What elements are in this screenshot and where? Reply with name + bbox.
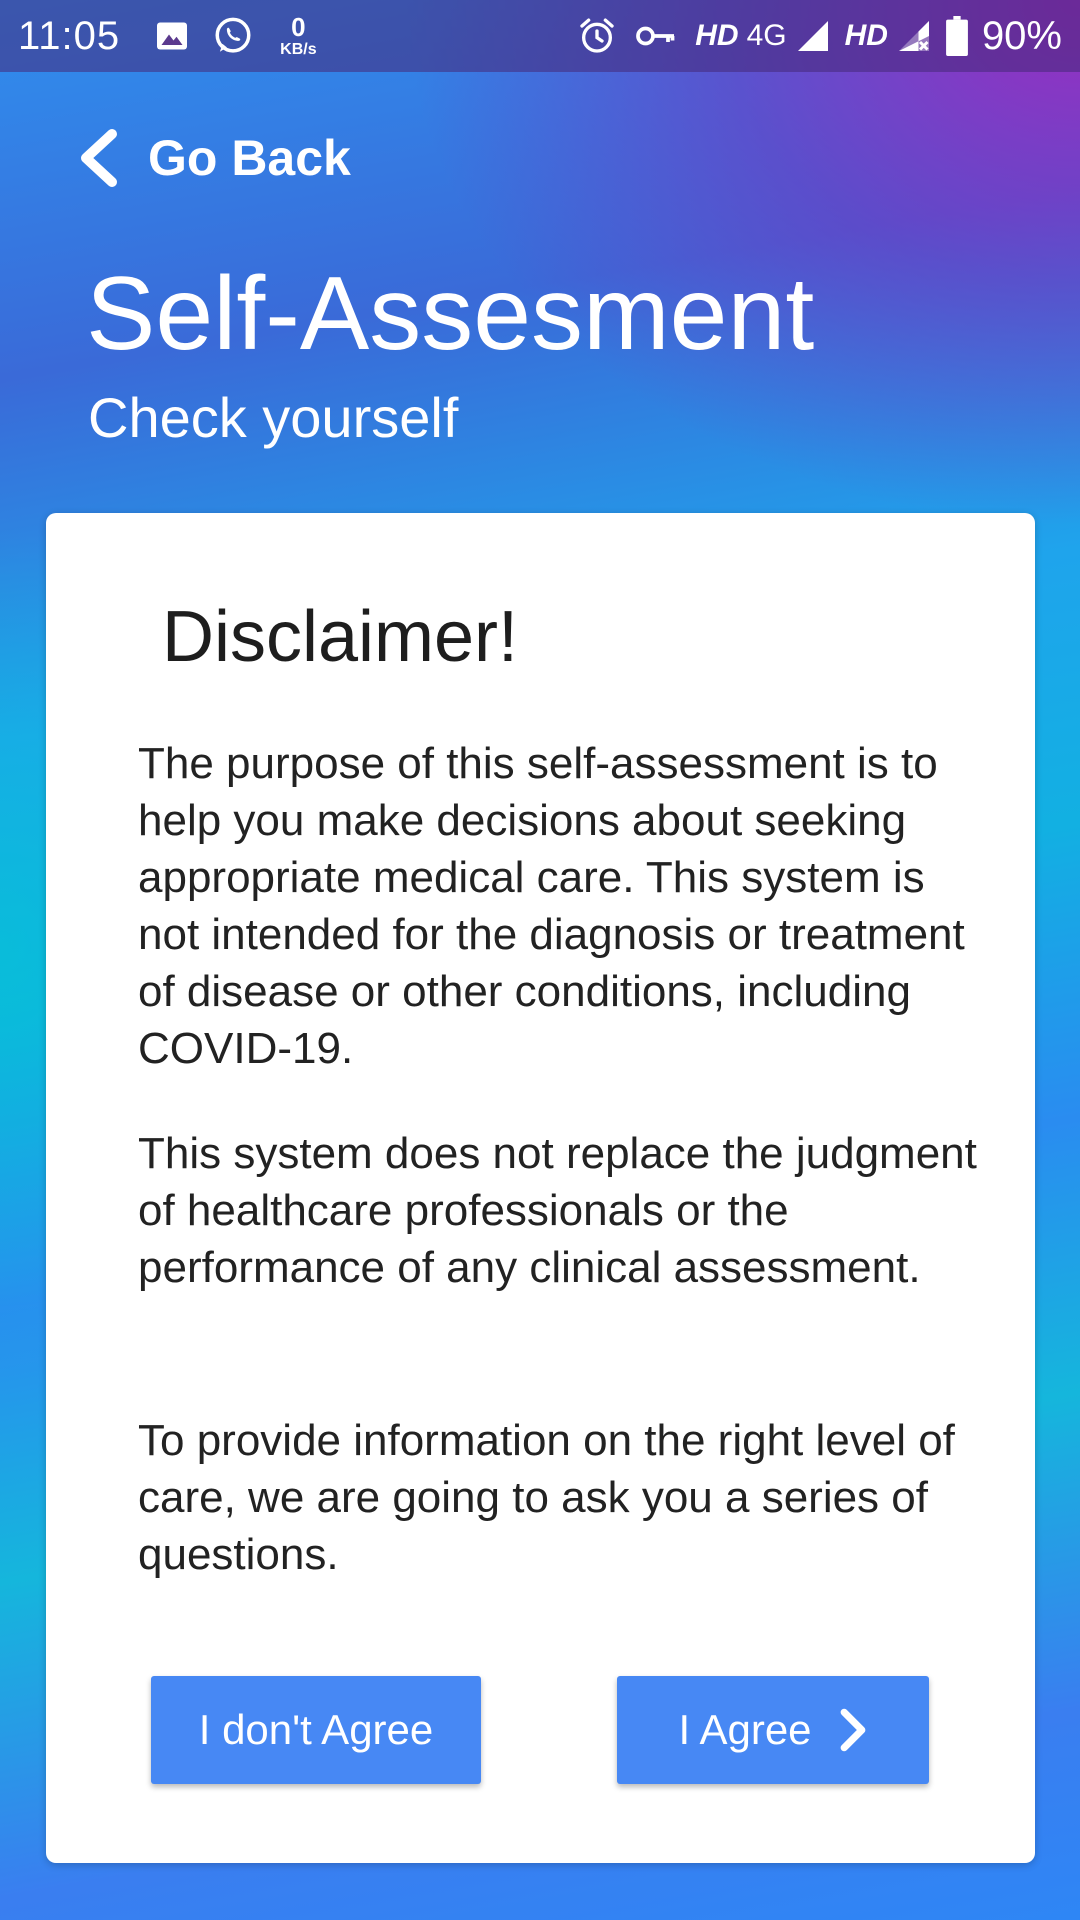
agree-button[interactable]: I Agree (617, 1676, 929, 1784)
disclaimer-paragraph: This system does not replace the judgmen… (138, 1129, 977, 1292)
battery-icon (946, 16, 968, 56)
alarm-icon (577, 16, 617, 56)
disclaimer-paragraph: To provide information on the right leve… (138, 1416, 955, 1579)
data-rate: 0 KB/s (280, 14, 316, 58)
disagree-button-label: I don't Agree (198, 1706, 434, 1753)
disclaimer-paragraph: The purpose of this self-assessment is t… (138, 739, 965, 1073)
data-rate-value: 0 (291, 12, 306, 42)
signal-no-data-icon (896, 18, 932, 54)
disagree-button[interactable]: I don't Agree (151, 1676, 481, 1784)
signal-icon (795, 18, 831, 54)
chevron-right-icon (840, 1708, 865, 1752)
go-back-label: Go Back (148, 130, 351, 186)
disclaimer-title: Disclaimer! (162, 597, 519, 677)
hd-label-1: HD (695, 19, 739, 52)
disclaimer-card: Disclaimer! The purpose of this self-ass… (46, 513, 1035, 1863)
hd-label-2: HD (844, 19, 888, 52)
status-right: HD 4G HD 90% (577, 14, 1062, 59)
battery-percent: 90% (981, 13, 1062, 58)
image-icon (154, 18, 190, 54)
chevron-left-icon (81, 129, 117, 187)
whatsapp-icon (212, 15, 254, 57)
page-title: Self-Assesment (86, 256, 815, 372)
go-back-button[interactable]: Go Back (76, 126, 351, 190)
vpn-key-icon (635, 21, 677, 51)
data-rate-unit: KB/s (280, 41, 317, 58)
status-bar: 11:05 0 KB/s HD 4G HD 90% (0, 0, 1080, 72)
status-time: 11:05 (18, 13, 121, 58)
agree-button-label: I Agree (678, 1706, 812, 1753)
page-subtitle: Check yourself (88, 386, 459, 449)
network-label: 4G (746, 19, 787, 52)
